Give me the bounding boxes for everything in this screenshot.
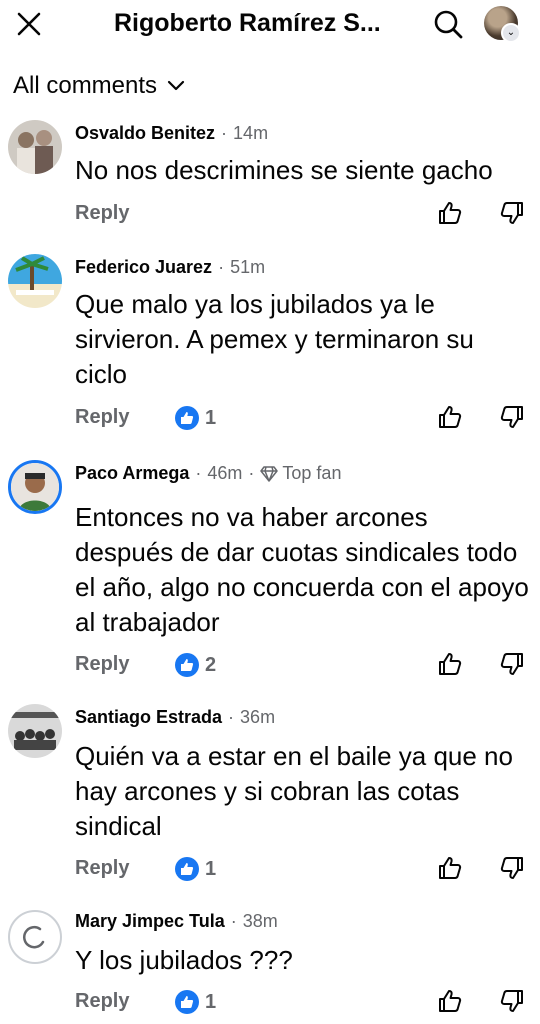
diamond-icon (260, 465, 279, 482)
commenter-name[interactable]: Mary Jimpec Tula (75, 911, 225, 932)
like-reaction-icon (175, 406, 199, 430)
chevron-down-icon: ⌄ (501, 23, 521, 43)
reply-button[interactable]: Reply (75, 653, 129, 676)
comment-text: Entonces no va haber arcones después de … (75, 502, 529, 637)
profile-avatar[interactable]: ⌄ (484, 6, 521, 43)
reaction-summary[interactable]: 2 (175, 653, 216, 677)
reaction-count: 1 (205, 406, 217, 429)
commenter-name[interactable]: Osvaldo Benitez (75, 123, 215, 144)
commenter-name[interactable]: Paco Armega (75, 463, 189, 484)
like-reaction-icon (175, 653, 199, 677)
thumbs-down-icon[interactable] (499, 855, 525, 881)
reply-button[interactable]: Reply (75, 406, 129, 429)
thumbs-up-icon[interactable] (437, 404, 463, 430)
reply-button[interactable]: Reply (75, 202, 129, 225)
thumbs-down-icon[interactable] (499, 404, 525, 430)
comment-time: 51m (230, 257, 266, 277)
reaction-summary[interactable]: 1 (175, 990, 216, 1014)
badge-label: Top fan (282, 463, 342, 483)
chevron-down-icon (167, 80, 185, 91)
filter-label: All comments (13, 72, 158, 99)
commenter-name[interactable]: Federico Juarez (75, 257, 212, 278)
loading-spinner-icon (23, 925, 45, 949)
avatar[interactable] (8, 704, 62, 758)
top-fan-badge: Top fan (260, 463, 341, 484)
like-reaction-icon (175, 857, 199, 881)
search-icon[interactable] (432, 8, 464, 40)
comment-filter-dropdown[interactable]: All comments (13, 72, 185, 100)
top-bar: Rigoberto Ramírez S... ⌄ (0, 0, 540, 50)
comment-text: Quién va a estar en el baile ya que no h… (75, 741, 513, 841)
reaction-count: 1 (205, 990, 217, 1013)
comment-text: Y los jubilados ??? (75, 945, 293, 975)
reaction-count: 1 (205, 857, 217, 880)
comment-text: No nos descrimines se siente gacho (75, 155, 493, 185)
close-icon[interactable] (14, 9, 44, 39)
thumbs-down-icon[interactable] (499, 988, 525, 1014)
comment-time: 14m (233, 123, 269, 143)
comment-time: 46m (207, 463, 243, 483)
thumbs-up-icon[interactable] (437, 200, 463, 226)
comment-text: Que malo ya los jubilados ya le sirviero… (75, 289, 474, 389)
thumbs-down-icon[interactable] (499, 651, 525, 677)
thumbs-up-icon[interactable] (437, 651, 463, 677)
avatar[interactable] (8, 460, 62, 514)
avatar[interactable] (8, 910, 62, 964)
reaction-summary[interactable]: 1 (175, 406, 216, 430)
page-title: Rigoberto Ramírez S... (114, 9, 381, 37)
comment-time: 36m (240, 707, 276, 727)
comment-time: 38m (242, 911, 278, 931)
reply-button[interactable]: Reply (75, 857, 129, 880)
avatar[interactable] (8, 120, 62, 174)
reaction-summary[interactable]: 1 (175, 857, 216, 881)
reply-button[interactable]: Reply (75, 990, 129, 1013)
thumbs-down-icon[interactable] (499, 200, 525, 226)
avatar[interactable] (8, 254, 62, 308)
thumbs-up-icon[interactable] (437, 855, 463, 881)
like-reaction-icon (175, 990, 199, 1014)
reaction-count: 2 (205, 653, 217, 676)
thumbs-up-icon[interactable] (437, 988, 463, 1014)
commenter-name[interactable]: Santiago Estrada (75, 707, 222, 728)
